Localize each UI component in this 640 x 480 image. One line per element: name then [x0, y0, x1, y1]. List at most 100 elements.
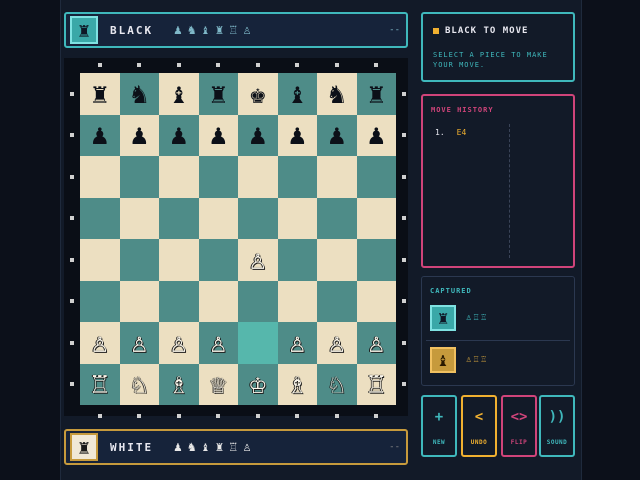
- board-square[interactable]: ♞: [317, 73, 357, 115]
- black-piece-icon[interactable]: ♟: [249, 121, 266, 149]
- board-square[interactable]: ♜: [356, 73, 396, 115]
- board-square[interactable]: [80, 156, 120, 198]
- board-square[interactable]: ♟: [198, 114, 238, 156]
- black-piece-icon[interactable]: ♝: [289, 79, 306, 108]
- white-piece-icon[interactable]: ♙: [210, 328, 227, 357]
- board-square[interactable]: [159, 156, 199, 198]
- board-square[interactable]: [198, 239, 238, 281]
- board-square[interactable]: ♙: [198, 322, 238, 364]
- board-square[interactable]: ♝: [277, 73, 317, 115]
- black-piece-icon[interactable]: ♟: [91, 121, 108, 149]
- white-piece-icon[interactable]: ♙: [249, 245, 266, 274]
- board-square[interactable]: [119, 156, 159, 198]
- white-piece-icon[interactable]: ♔: [249, 370, 266, 398]
- black-piece-icon[interactable]: ♞: [328, 79, 345, 108]
- board-square[interactable]: [277, 280, 317, 322]
- flip-board-button[interactable]: <> FLIP: [501, 395, 537, 457]
- board-square[interactable]: [80, 239, 120, 281]
- white-piece-icon[interactable]: ♙: [289, 328, 306, 357]
- board-square[interactable]: [119, 239, 159, 281]
- black-piece-icon[interactable]: ♟: [289, 121, 306, 149]
- board-square[interactable]: [159, 197, 199, 239]
- black-piece-icon[interactable]: ♜: [91, 79, 108, 108]
- move-row[interactable]: 1. E4: [435, 128, 466, 137]
- board-square[interactable]: ♙: [277, 322, 317, 364]
- board-square[interactable]: ♜: [198, 73, 238, 115]
- board-square[interactable]: ♙: [356, 322, 396, 364]
- board-square[interactable]: ♙: [80, 322, 120, 364]
- board-square[interactable]: ♜: [80, 73, 120, 115]
- board-square[interactable]: [80, 280, 120, 322]
- white-piece-icon[interactable]: ♖: [91, 370, 108, 398]
- board-square[interactable]: ♟: [159, 114, 199, 156]
- board-square[interactable]: ♟: [356, 114, 396, 156]
- black-piece-icon[interactable]: ♟: [170, 121, 187, 149]
- board-square[interactable]: ♞: [119, 73, 159, 115]
- white-piece-icon[interactable]: ♙: [328, 328, 345, 357]
- board-square[interactable]: [159, 280, 199, 322]
- undo-button[interactable]: < UNDO: [461, 395, 497, 457]
- board-square[interactable]: [198, 156, 238, 198]
- board-square[interactable]: ♝: [159, 73, 199, 115]
- white-piece-icon[interactable]: ♙: [170, 328, 187, 357]
- board-square[interactable]: ♙: [119, 322, 159, 364]
- board-square[interactable]: ♙: [238, 239, 278, 281]
- black-piece-icon[interactable]: ♟: [131, 121, 148, 149]
- white-piece-icon[interactable]: ♗: [289, 370, 306, 398]
- board-square[interactable]: [277, 239, 317, 281]
- board-square[interactable]: [317, 156, 357, 198]
- sound-toggle-button[interactable]: )) SOUND: [539, 395, 575, 457]
- white-piece-icon[interactable]: ♘: [328, 370, 345, 398]
- board-square[interactable]: [317, 239, 357, 281]
- board-square[interactable]: [277, 156, 317, 198]
- board-square[interactable]: [198, 197, 238, 239]
- board-square[interactable]: ♟: [80, 114, 120, 156]
- board-square[interactable]: [356, 280, 396, 322]
- black-piece-icon[interactable]: ♝: [170, 79, 187, 108]
- black-piece-icon[interactable]: ♜: [368, 79, 385, 108]
- board-square[interactable]: [119, 280, 159, 322]
- white-piece-icon[interactable]: ♕: [210, 370, 227, 398]
- board-square[interactable]: [356, 239, 396, 281]
- board-square[interactable]: ♙: [159, 322, 199, 364]
- board-square[interactable]: [317, 280, 357, 322]
- black-piece-icon[interactable]: ♜: [210, 79, 227, 108]
- board-square[interactable]: ♟: [317, 114, 357, 156]
- black-piece-icon[interactable]: ♟: [328, 121, 345, 149]
- board-square[interactable]: [356, 156, 396, 198]
- board-square[interactable]: ♟: [119, 114, 159, 156]
- board-square[interactable]: [198, 280, 238, 322]
- white-piece-icon[interactable]: ♘: [131, 370, 148, 398]
- board-square[interactable]: ♗: [277, 363, 317, 405]
- board-square[interactable]: [80, 197, 120, 239]
- black-piece-icon[interactable]: ♚: [249, 79, 266, 108]
- white-piece-icon[interactable]: ♙: [368, 328, 385, 357]
- board-square[interactable]: [356, 197, 396, 239]
- white-piece-icon[interactable]: ♖: [368, 370, 385, 398]
- black-piece-icon[interactable]: ♟: [210, 121, 227, 149]
- board-square[interactable]: [119, 197, 159, 239]
- board-square[interactable]: [238, 322, 278, 364]
- board-square[interactable]: [238, 156, 278, 198]
- new-game-button[interactable]: + NEW: [421, 395, 457, 457]
- board-square[interactable]: ♖: [80, 363, 120, 405]
- board-square[interactable]: [159, 239, 199, 281]
- white-piece-icon[interactable]: ♗: [170, 370, 187, 398]
- board-square[interactable]: [238, 280, 278, 322]
- board-square[interactable]: ♖: [356, 363, 396, 405]
- black-piece-icon[interactable]: ♞: [131, 79, 148, 108]
- board-square[interactable]: ♙: [317, 322, 357, 364]
- white-piece-icon[interactable]: ♙: [91, 328, 108, 357]
- black-piece-icon[interactable]: ♟: [368, 121, 385, 149]
- board-square[interactable]: ♟: [238, 114, 278, 156]
- board-square[interactable]: ♔: [238, 363, 278, 405]
- board-square[interactable]: [317, 197, 357, 239]
- board-square[interactable]: [277, 197, 317, 239]
- board-square[interactable]: ♗: [159, 363, 199, 405]
- board-square[interactable]: [238, 197, 278, 239]
- board-square[interactable]: ♕: [198, 363, 238, 405]
- white-piece-icon[interactable]: ♙: [131, 328, 148, 357]
- board-square[interactable]: ♘: [119, 363, 159, 405]
- board-square[interactable]: ♘: [317, 363, 357, 405]
- board-square[interactable]: ♚: [238, 73, 278, 115]
